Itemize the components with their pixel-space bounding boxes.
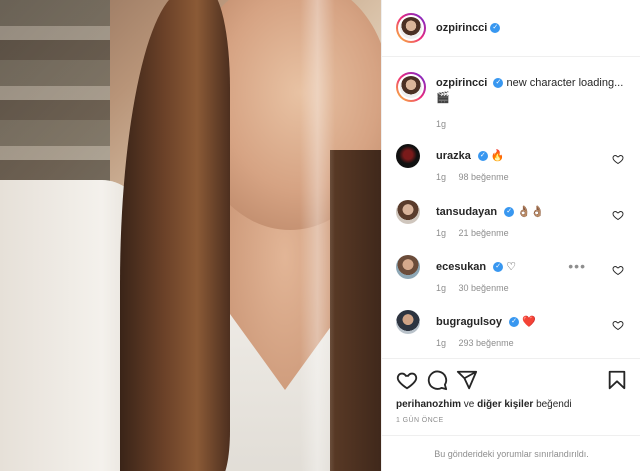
commenter-avatar[interactable] xyxy=(396,255,420,279)
photo-hair xyxy=(120,0,230,471)
photo-glare xyxy=(300,0,335,471)
verified-badge-icon: ✓ xyxy=(493,78,504,89)
comments-list: ozpirincci ✓ new character loading... 🎬 … xyxy=(382,58,640,358)
comment-icon[interactable] xyxy=(426,369,448,391)
comment-text: 🔥 xyxy=(490,150,505,162)
comment-likes[interactable]: 293 beğenme xyxy=(459,338,514,348)
comment-time[interactable]: 1g xyxy=(436,228,446,238)
clapper-emoji: 🎬 xyxy=(436,92,450,104)
comment-likes[interactable]: 30 beğenme xyxy=(459,283,509,293)
comment-username[interactable]: bugragulsoy xyxy=(436,316,502,328)
post-sidebar: ozpirincci ✓ ozpirincci ✓ new character … xyxy=(381,0,640,471)
comment-like-heart-icon[interactable] xyxy=(612,319,624,331)
comments-limited-notice: Bu gönderideki yorumlar sınırlandırıldı. xyxy=(382,435,640,471)
verified-badge-icon: ✓ xyxy=(493,262,504,273)
commenter-avatar[interactable] xyxy=(396,144,420,168)
other-likers-link[interactable]: diğer kişiler xyxy=(477,399,533,410)
comment-item: urazka ✓ 🔥 1g 98 beğenme xyxy=(396,144,628,184)
comment-item: tansudayan ✓ 👌🏽👌🏽 1g 21 beğenme xyxy=(396,200,628,240)
post-header: ozpirincci ✓ xyxy=(382,0,640,57)
verified-badge-icon: ✓ xyxy=(509,317,520,328)
comment-username[interactable]: urazka xyxy=(436,150,471,162)
post-date[interactable]: 1 GÜN ÖNCE xyxy=(396,417,444,424)
comment-item: ecesukan ✓ ♡ 1g 30 beğenme ••• xyxy=(396,255,628,295)
comment-like-heart-icon[interactable] xyxy=(612,264,624,276)
instagram-post: ozpirincci ✓ ozpirincci ✓ new character … xyxy=(0,0,640,471)
commenter-avatar[interactable] xyxy=(396,310,420,334)
share-icon[interactable] xyxy=(456,369,478,391)
verified-badge-icon: ✓ xyxy=(490,23,501,33)
bookmark-icon[interactable] xyxy=(606,369,628,391)
verified-badge-icon: ✓ xyxy=(477,151,488,162)
comment-likes[interactable]: 21 beğenme xyxy=(459,228,509,238)
likes-summary: perihanozhim ve diğer kişiler beğendi xyxy=(396,399,572,410)
more-options-icon[interactable]: ••• xyxy=(568,258,586,274)
post-caption: ozpirincci ✓ new character loading... 🎬 … xyxy=(396,72,626,129)
liker-username[interactable]: perihanozhim xyxy=(396,399,461,410)
comment-username[interactable]: ecesukan xyxy=(436,261,486,273)
action-icons xyxy=(396,369,628,393)
author-avatar[interactable] xyxy=(396,13,426,43)
comment-likes[interactable]: 98 beğenme xyxy=(459,172,509,182)
caption-time[interactable]: 1g xyxy=(436,119,446,129)
caption-text: new character loading... xyxy=(506,77,624,89)
comment-time[interactable]: 1g xyxy=(436,283,446,293)
comment-text: 👌🏽👌🏽 xyxy=(517,206,545,218)
verified-badge-icon: ✓ xyxy=(504,207,515,218)
comment-time[interactable]: 1g xyxy=(436,338,446,348)
commenter-avatar[interactable] xyxy=(396,200,420,224)
caption-avatar[interactable] xyxy=(396,72,426,102)
caption-username[interactable]: ozpirincci xyxy=(436,77,487,89)
post-photo[interactable] xyxy=(0,0,381,471)
author-username[interactable]: ozpirincci xyxy=(436,22,487,34)
comment-item: bugragulsoy ✓ ❤️ 1g 293 beğenme xyxy=(396,310,628,350)
comment-text: ♡ xyxy=(506,261,517,273)
comment-like-heart-icon[interactable] xyxy=(612,153,624,165)
comment-like-heart-icon[interactable] xyxy=(612,209,624,221)
post-actions: perihanozhim ve diğer kişiler beğendi 1 … xyxy=(382,358,640,471)
heart-icon[interactable] xyxy=(396,369,418,391)
photo-hair-right xyxy=(330,150,381,471)
comment-text: ❤️ xyxy=(522,316,536,328)
comment-username[interactable]: tansudayan xyxy=(436,206,497,218)
comment-time[interactable]: 1g xyxy=(436,172,446,182)
